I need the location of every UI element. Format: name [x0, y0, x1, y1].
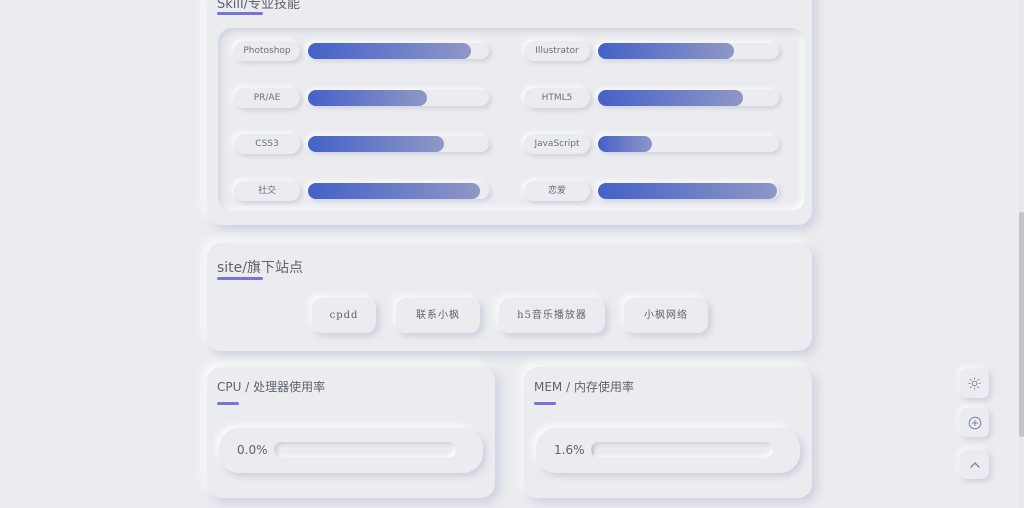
site-link-network[interactable]: 小枫网络: [624, 298, 708, 333]
skill-bar-fill: [598, 43, 734, 59]
page: Skill/专业技能 Photoshop Illustrator PR/AE H…: [0, 0, 1024, 508]
skills-card: Skill/专业技能 Photoshop Illustrator PR/AE H…: [207, 0, 812, 225]
skill-bar-fill: [308, 90, 428, 106]
skill-label: CSS3: [234, 134, 300, 154]
site-title-underline: [217, 277, 263, 280]
theme-toggle-button[interactable]: [960, 369, 989, 398]
skill-bar-track: [598, 43, 779, 59]
skill-bar-track: [308, 136, 489, 152]
mem-usage-track: [591, 442, 773, 458]
skills-title: Skill/专业技能: [217, 0, 300, 12]
mem-title: MEM / 内存使用率: [534, 380, 634, 394]
mem-usage-value: 1.6%: [554, 443, 585, 457]
skill-bar-fill: [598, 90, 743, 106]
add-circle-icon: [968, 416, 981, 429]
skill-bar-fill: [308, 43, 471, 59]
site-link-cpdd[interactable]: cpdd: [312, 298, 376, 333]
skill-label: PR/AE: [234, 88, 300, 108]
skill-label: HTML5: [524, 88, 590, 108]
site-link-contact[interactable]: 联系小枫: [396, 298, 480, 333]
site-title: site/旗下站点: [217, 260, 304, 276]
site-card: site/旗下站点: [207, 243, 812, 351]
mem-usage-pill: 1.6%: [536, 428, 800, 473]
cpu-usage-track: [274, 442, 456, 458]
cpu-usage-pill: 0.0%: [219, 428, 483, 473]
add-button[interactable]: [960, 408, 989, 437]
mem-title-underline: [534, 402, 556, 405]
cpu-title-underline: [217, 402, 239, 405]
skill-label: Photoshop: [234, 41, 300, 61]
skill-bar-fill: [598, 136, 653, 152]
site-link-h5-player[interactable]: h5音乐播放器: [499, 298, 605, 333]
skill-bar-track: [598, 90, 779, 106]
skill-label: JavaScript: [524, 134, 590, 154]
skill-bar-fill: [308, 183, 480, 199]
skill-bar-track: [308, 183, 489, 199]
skill-bar-track: [308, 43, 489, 59]
cpu-usage-value: 0.0%: [237, 443, 268, 457]
skills-title-underline: [217, 12, 263, 15]
skill-label: Illustrator: [524, 41, 590, 61]
scrollbar-thumb[interactable]: [1019, 212, 1024, 437]
mem-card: MEM / 内存使用率 1.6%: [524, 367, 812, 498]
skill-bar-fill: [308, 136, 444, 152]
skill-label: 社交: [234, 181, 300, 201]
skills-panel: Photoshop Illustrator PR/AE HTML5 CSS3 J…: [218, 28, 805, 211]
chevron-up-icon: [969, 461, 980, 468]
skill-bar-track: [598, 136, 779, 152]
skill-bar-track: [598, 183, 779, 199]
mem-usage-fill: [591, 442, 594, 458]
back-to-top-button[interactable]: [960, 450, 989, 479]
cpu-title: CPU / 处理器使用率: [217, 380, 326, 394]
skill-bar-track: [308, 90, 489, 106]
cpu-card: CPU / 处理器使用率 0.0%: [207, 367, 495, 498]
skill-label: 恋爱: [524, 181, 590, 201]
sun-icon: [968, 377, 981, 390]
skill-bar-fill: [598, 183, 778, 199]
